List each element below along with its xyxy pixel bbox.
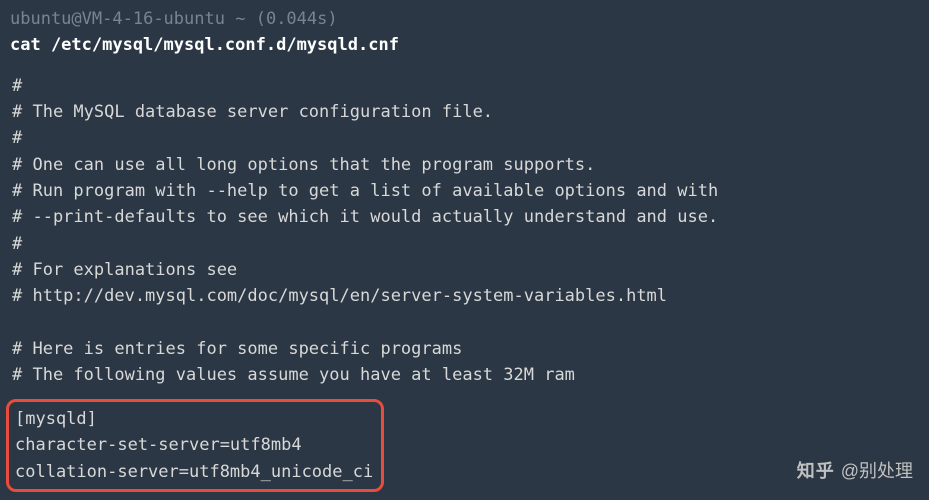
command-line: cat /etc/mysql/mysql.conf.d/mysqld.cnf [10,32,919,58]
output-line: # [12,125,919,151]
output-line: # Here is entries for some specific prog… [12,336,919,362]
output-line: # http://dev.mysql.com/doc/mysql/en/serv… [12,283,919,309]
output-line: # --print-defaults to see which it would… [12,204,919,230]
output-line: # [12,231,919,257]
prompt-path: ~ [235,9,245,29]
watermark-handle: @别处理 [841,458,913,486]
watermark: 知乎 @别处理 [797,458,913,486]
shell-prompt: ubuntu@VM-4-16-ubuntu ~ (0.044s) [10,6,919,32]
output-line: # The MySQL database server configuratio… [12,99,919,125]
prompt-user: ubuntu [10,9,71,29]
output-line: [mysqld] [15,406,373,432]
prompt-host: VM-4-16-ubuntu [82,9,225,29]
output-blank-line [10,310,919,336]
output-line: character-set-server=utf8mb4 [15,432,373,458]
terminal-output: # # The MySQL database server configurat… [10,73,919,492]
output-line: # The following values assume you have a… [12,362,919,388]
prompt-timing: (0.044s) [256,9,338,29]
output-line: collation-server=utf8mb4_unicode_ci [15,459,373,485]
output-line: # Run program with --help to get a list … [12,178,919,204]
watermark-site: 知乎 [797,458,835,486]
output-line: # One can use all long options that the … [12,152,919,178]
highlighted-config-block: [mysqld] character-set-server=utf8mb4 co… [6,399,384,492]
output-line: # [12,73,919,99]
output-line: # For explanations see [12,257,919,283]
